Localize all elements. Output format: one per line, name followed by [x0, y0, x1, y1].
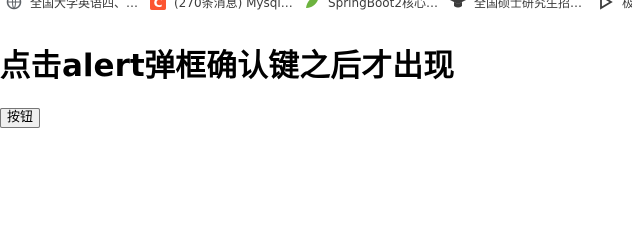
page-content: 点击alert弹框确认键之后才出现 按钮 — [0, 0, 632, 250]
page-title: 点击alert弹框确认键之后才出现 — [0, 48, 455, 84]
action-button[interactable]: 按钮 — [0, 108, 41, 128]
